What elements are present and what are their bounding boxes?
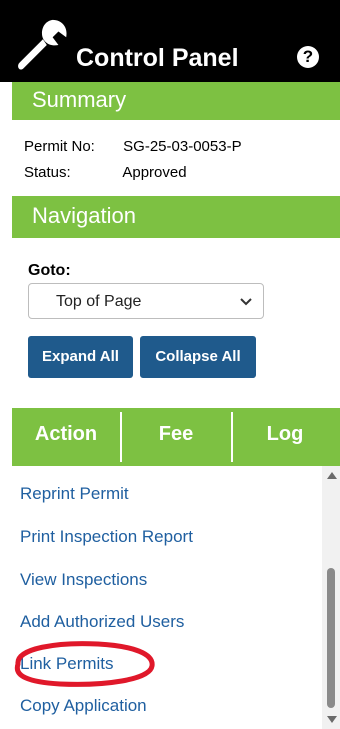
- status-row: Status: Approved: [24, 164, 187, 181]
- goto-select[interactable]: Top of Page: [28, 283, 264, 319]
- tab-log[interactable]: Log: [233, 408, 337, 466]
- action-list: Reprint Permit Print Inspection Report V…: [12, 466, 340, 729]
- status-value: Approved: [122, 164, 187, 181]
- navigation-body: Goto: Top of Page Expand All Collapse Al…: [12, 238, 340, 408]
- wrench-icon: [18, 19, 67, 70]
- summary-section-header[interactable]: Summary: [12, 82, 340, 120]
- help-icon[interactable]: ?: [297, 46, 319, 68]
- scrollbar-thumb[interactable]: [327, 568, 335, 708]
- control-panel-header: Control Panel ?: [0, 0, 340, 82]
- action-list-scrollbar[interactable]: [322, 466, 340, 729]
- chevron-down-icon: [240, 298, 252, 306]
- goto-label: Goto:: [28, 262, 71, 279]
- tab-bar: Action Fee Log: [12, 408, 340, 466]
- summary-body: Permit No: SG-25-03-0053-P Status: Appro…: [12, 120, 340, 196]
- tab-action[interactable]: Action: [12, 408, 120, 466]
- panel-title: Control Panel: [76, 44, 239, 72]
- copy-application-link[interactable]: Copy Application: [20, 696, 147, 716]
- navigation-title: Navigation: [32, 203, 136, 228]
- permit-row: Permit No: SG-25-03-0053-P: [24, 138, 242, 155]
- status-label: Status:: [24, 164, 71, 181]
- tab-fee[interactable]: Fee: [122, 408, 230, 466]
- reprint-permit-link[interactable]: Reprint Permit: [20, 484, 129, 504]
- view-inspections-link[interactable]: View Inspections: [20, 570, 147, 590]
- permit-label: Permit No:: [24, 138, 95, 155]
- print-inspection-report-link[interactable]: Print Inspection Report: [20, 527, 193, 547]
- summary-title: Summary: [32, 87, 127, 112]
- link-permits-link[interactable]: Link Permits: [20, 654, 114, 674]
- control-panel: Control Panel ? Summary Permit No: SG-25…: [0, 0, 340, 729]
- scroll-down-arrow-icon[interactable]: [327, 716, 337, 723]
- permit-value: SG-25-03-0053-P: [123, 138, 242, 155]
- navigation-section-header[interactable]: Navigation: [12, 196, 340, 238]
- collapse-all-button[interactable]: Collapse All: [140, 336, 256, 378]
- expand-all-button[interactable]: Expand All: [28, 336, 133, 378]
- goto-selected-value: Top of Page: [56, 293, 142, 310]
- scroll-up-arrow-icon[interactable]: [327, 472, 337, 479]
- add-authorized-users-link[interactable]: Add Authorized Users: [20, 612, 184, 632]
